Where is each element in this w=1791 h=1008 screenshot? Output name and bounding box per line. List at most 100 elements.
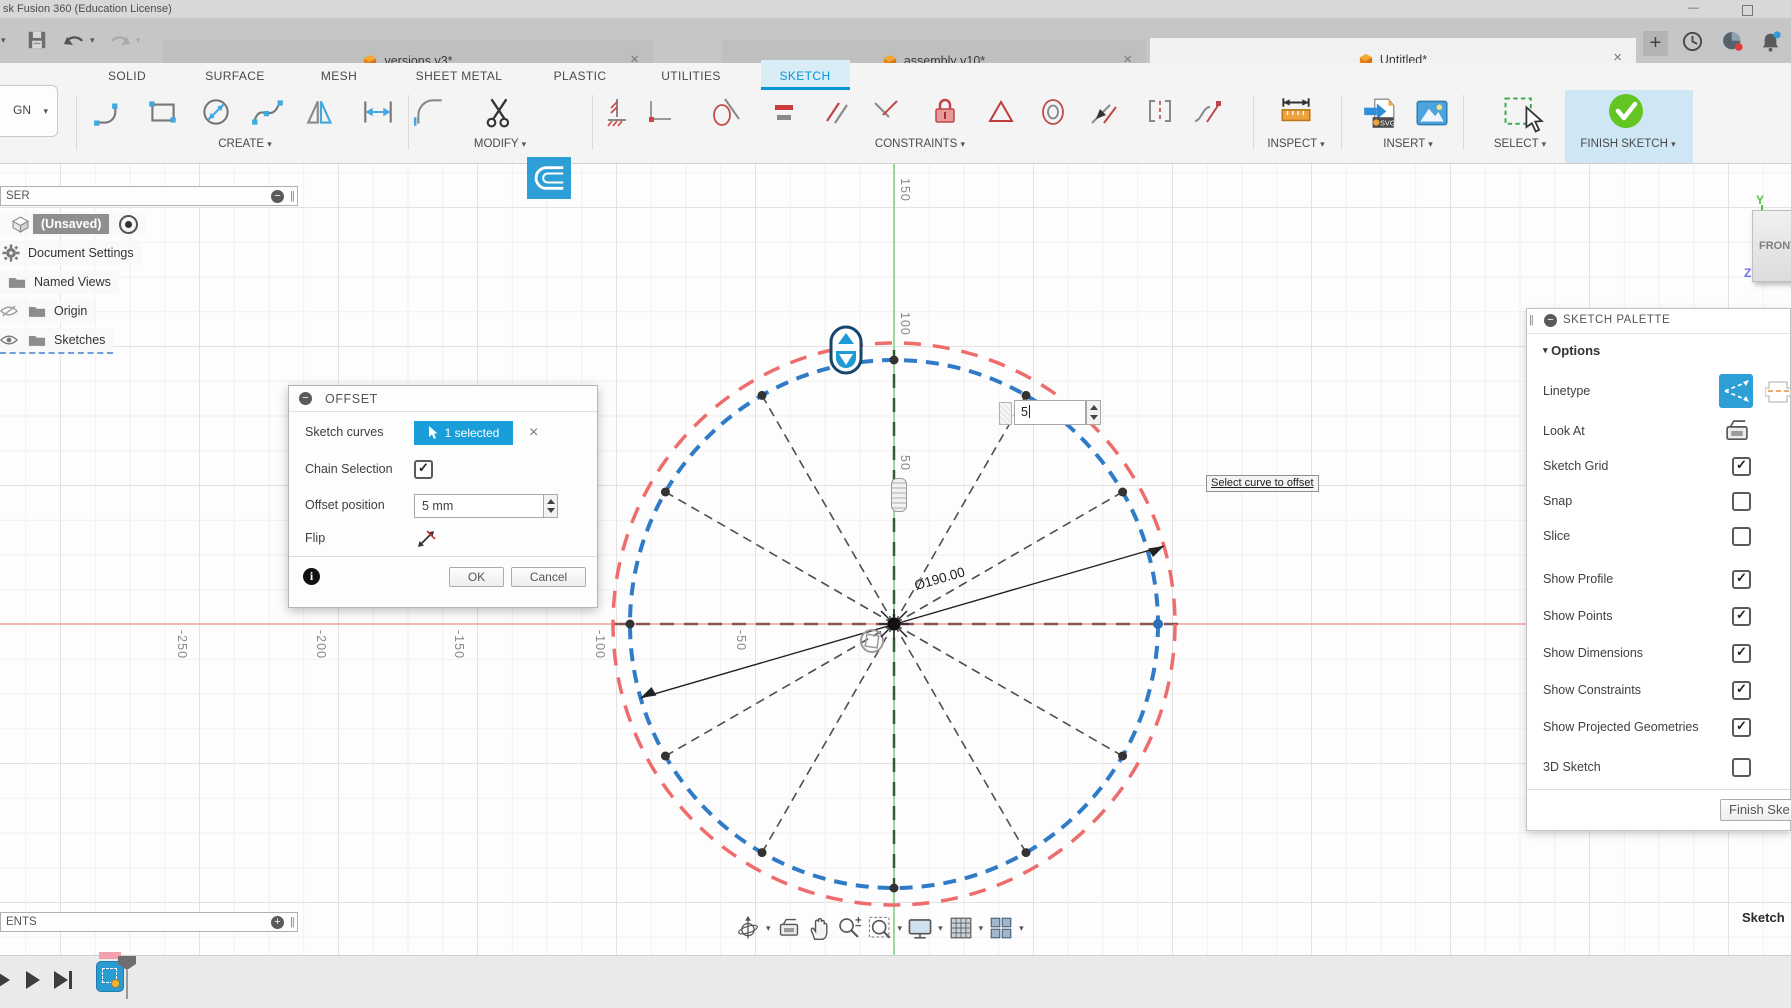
job-status-icon[interactable] (1680, 29, 1705, 54)
ruler-roller[interactable] (891, 478, 907, 512)
constraint-perpendicular-icon[interactable] (643, 94, 677, 130)
browser-panel-header[interactable]: SER − || (0, 186, 298, 206)
finish-sketch-label[interactable]: FINISH SKETCH ▾ (1580, 138, 1675, 150)
constraint-equal-icon[interactable] (767, 94, 801, 130)
offset-flip-handle[interactable] (829, 325, 863, 375)
viewports-icon[interactable] (988, 915, 1014, 941)
constraint-parallel-icon[interactable] (819, 94, 853, 130)
comments-drag-handle[interactable]: || (290, 916, 294, 928)
flip-icon[interactable] (416, 529, 436, 549)
timeline-play-button[interactable] (0, 971, 10, 989)
offset-tool-active[interactable] (527, 157, 571, 199)
inspect-group-label[interactable]: INSPECT ▾ (1267, 138, 1324, 150)
mirror-icon[interactable] (304, 94, 340, 130)
clear-selection-icon[interactable]: × (529, 424, 538, 442)
show-dimensions-checkbox[interactable] (1732, 644, 1751, 663)
show-profile-checkbox[interactable] (1732, 570, 1751, 589)
orbit-icon[interactable] (735, 915, 761, 941)
select-group-label[interactable]: SELECT ▾ (1494, 138, 1546, 150)
look-at-icon[interactable] (1723, 417, 1751, 445)
cancel-button[interactable]: Cancel (511, 567, 586, 587)
collapse-dialog-icon[interactable]: − (299, 392, 312, 405)
sketch-grid-checkbox[interactable] (1732, 457, 1751, 476)
ribbon-tab-sketch[interactable]: SKETCH (779, 63, 830, 90)
select-tool-icon[interactable] (1500, 94, 1544, 136)
ok-button[interactable]: OK (449, 567, 504, 587)
look-at-view-icon[interactable] (776, 916, 802, 940)
display-settings-icon[interactable] (907, 915, 933, 941)
minimize-button[interactable]: — (1688, 2, 1699, 14)
create-group-label[interactable]: CREATE ▾ (218, 138, 272, 150)
ribbon-tab-surface[interactable]: SURFACE (205, 63, 264, 90)
viewcube[interactable]: FRONT (1752, 210, 1791, 282)
viewports-caret-icon[interactable]: ▾ (1019, 923, 1024, 934)
browser-item-document-settings[interactable]: Document Settings (0, 241, 142, 265)
eye-off-icon[interactable] (0, 305, 18, 317)
offset-dialog-header[interactable]: − OFFSET (289, 386, 597, 412)
offset-position-input[interactable]: 5 mm (414, 494, 544, 518)
finish-sketch-button[interactable]: Finish Ske (1720, 799, 1791, 821)
constraint-concentric-icon[interactable] (1036, 94, 1070, 130)
info-icon[interactable]: i (303, 568, 320, 585)
undo-icon[interactable] (62, 30, 86, 50)
maximize-button[interactable] (1742, 5, 1753, 16)
3d-sketch-checkbox[interactable] (1732, 758, 1751, 777)
create-rectangle-icon[interactable] (145, 94, 181, 130)
finish-sketch-icon[interactable] (1607, 92, 1645, 130)
sketch-canvas[interactable]: Ø190.00 5 Select curve to offset 150 100… (0, 163, 1791, 1008)
slice-checkbox[interactable] (1732, 527, 1751, 546)
constraint-fix-lock-icon[interactable] (928, 94, 962, 130)
linetype-centerline-icon[interactable] (1765, 374, 1791, 408)
constraint-coincident-icon[interactable] (598, 94, 632, 130)
constraint-tangent-icon[interactable] (709, 94, 743, 130)
center-point[interactable] (879, 609, 909, 639)
create-arc-icon[interactable] (92, 94, 128, 130)
zoom-window-caret-icon[interactable]: ▾ (898, 923, 903, 934)
constraint-collinear-icon[interactable] (869, 94, 903, 130)
offset-value-input[interactable]: 5 (1014, 400, 1086, 425)
value-input-grip[interactable] (999, 402, 1012, 425)
sketch-palette[interactable]: || − SKETCH PALETTE ▾ Options Linetype L… (1526, 308, 1791, 831)
insert-svg-icon[interactable]: SVG (1361, 94, 1399, 132)
sketch-palette-header[interactable]: || − SKETCH PALETTE (1527, 309, 1790, 334)
fillet-icon[interactable] (412, 94, 448, 130)
diameter-dimension[interactable] (641, 546, 1164, 698)
zoom-window-icon[interactable] (867, 915, 893, 941)
notifications-bell-icon[interactable] (1758, 29, 1783, 54)
show-points-checkbox[interactable] (1732, 607, 1751, 626)
options-section-header[interactable]: ▾ Options (1543, 343, 1600, 358)
zoom-icon[interactable] (836, 915, 862, 941)
sketch-geometry[interactable] (0, 163, 1791, 1008)
value-input-spinner[interactable] (1086, 400, 1101, 425)
undo-caret-icon[interactable]: ▾ (90, 35, 95, 46)
ribbon-tab-solid[interactable]: SOLID (108, 63, 146, 90)
browser-item-document[interactable]: (Unsaved) (0, 212, 146, 236)
constraint-midpoint-icon[interactable] (984, 94, 1018, 130)
eye-icon[interactable] (0, 334, 18, 346)
design-workspace-button[interactable]: GN ▾ (0, 85, 58, 137)
linetype-construction-icon[interactable] (1719, 374, 1753, 408)
profile-icon[interactable] (1720, 29, 1745, 54)
snap-checkbox[interactable] (1732, 492, 1751, 511)
pan-icon[interactable] (807, 915, 831, 941)
timeline-position-marker[interactable] (118, 956, 136, 970)
chain-selection-checkbox[interactable] (414, 460, 433, 479)
activate-radio-icon[interactable] (119, 215, 138, 234)
ribbon-tab-utilities[interactable]: UTILITIES (661, 63, 721, 90)
display-settings-caret-icon[interactable]: ▾ (938, 923, 943, 934)
create-circle-icon[interactable] (198, 94, 234, 130)
timeline-step-forward-button[interactable] (26, 971, 40, 989)
save-icon[interactable] (26, 29, 48, 51)
browser-drag-handle[interactable]: || (290, 190, 294, 202)
ribbon-tab-sheetmetal[interactable]: SHEET METAL (416, 63, 503, 90)
trim-icon[interactable] (482, 94, 518, 130)
comments-panel-header[interactable]: ENTS + || (0, 912, 298, 932)
redo-icon[interactable] (108, 30, 132, 50)
grid-settings-caret-icon[interactable]: ▾ (979, 923, 984, 934)
orbit-caret-icon[interactable]: ▾ (766, 923, 771, 934)
timeline-marker-line[interactable] (126, 969, 128, 999)
browser-item-sketches[interactable]: Sketches (0, 328, 113, 354)
ribbon-tab-plastic[interactable]: PLASTIC (554, 63, 607, 90)
sketch-dimension-icon[interactable] (360, 94, 396, 130)
modify-group-label[interactable]: MODIFY ▾ (474, 138, 526, 150)
